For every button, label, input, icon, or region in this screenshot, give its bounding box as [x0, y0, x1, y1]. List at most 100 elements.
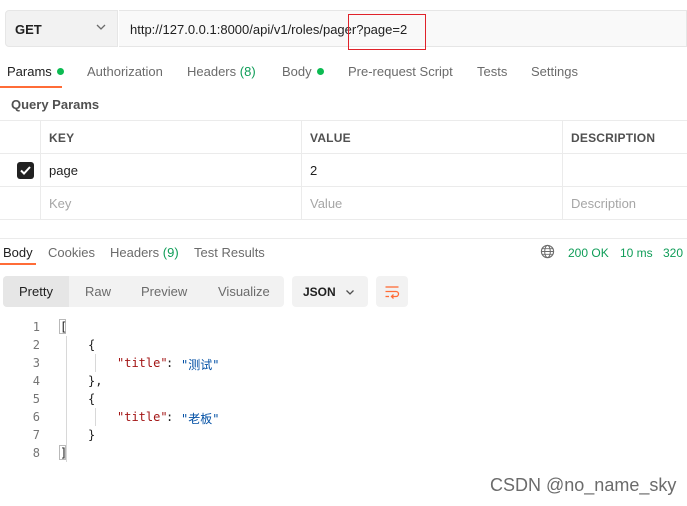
format-select[interactable]: JSON [292, 276, 368, 307]
chevron-down-icon [96, 24, 106, 30]
code-text: { [88, 392, 96, 406]
tab-tests[interactable]: Tests [477, 64, 507, 79]
code-text: }, [88, 374, 103, 388]
request-tabs: Params Authorization Headers (8) Body Pr… [0, 60, 687, 88]
code-line: 6 "title" : "老板" [0, 408, 400, 426]
view-visualize-button[interactable]: Visualize [203, 276, 284, 307]
code-line: 8 ] [0, 444, 400, 462]
param-value-cell[interactable]: 2 [301, 154, 562, 186]
watermark: CSDN @no_name_sky [490, 475, 677, 495]
response-tabs: Body Cookies Headers (9) Test Results 20… [0, 238, 687, 265]
param-enabled-checkbox[interactable] [17, 162, 34, 179]
tab-authorization[interactable]: Authorization [87, 64, 163, 79]
line-number: 3 [32, 356, 40, 370]
line-number: 2 [32, 338, 40, 352]
view-pretty-button[interactable]: Pretty [3, 276, 69, 307]
globe-icon[interactable] [540, 244, 555, 259]
code-line: 2 { [0, 336, 400, 354]
code-line: 5 { [0, 390, 400, 408]
view-preview-button[interactable]: Preview [127, 276, 203, 307]
wrap-text-icon [385, 286, 400, 299]
row-checkbox-cell [0, 154, 40, 186]
response-time[interactable]: 10 ms [620, 246, 653, 260]
active-tab-indicator [0, 86, 62, 88]
tab-label: Body [282, 64, 312, 79]
json-value: "老板" [181, 412, 220, 426]
param-key-cell[interactable]: page [40, 154, 301, 186]
tab-label: Settings [531, 64, 578, 79]
table-row-empty: Key Value Description [0, 187, 687, 220]
code-text: [ [60, 320, 68, 334]
json-key: "title" [117, 410, 168, 424]
tab-label: Tests [477, 64, 508, 79]
column-header: DESCRIPTION [571, 131, 656, 145]
header-cell-key: KEY [40, 121, 301, 153]
view-mode-toolbar: Pretty Raw Preview Visualize [3, 276, 284, 307]
tab-label: Authorization [87, 64, 163, 79]
annotation-highlight-box [348, 14, 426, 50]
tab-label: Body [3, 245, 33, 260]
line-number: 6 [32, 410, 40, 424]
line-number: 1 [32, 320, 40, 334]
header-cell-description: DESCRIPTION [562, 121, 687, 153]
tab-count: (9) [162, 245, 179, 260]
method-select[interactable]: GET [5, 10, 118, 47]
header-cell-value: VALUE [301, 121, 562, 153]
checkmark-icon [20, 166, 31, 175]
tab-label: Headers [187, 64, 237, 79]
row-checkbox-cell [0, 187, 40, 219]
line-number: 8 [32, 446, 40, 460]
code-text: } [88, 428, 96, 442]
tab-response-headers[interactable]: Headers (9) [110, 245, 179, 260]
query-params-title: Query Params [11, 97, 100, 112]
new-key-input[interactable]: Key [40, 187, 301, 219]
tab-settings[interactable]: Settings [531, 64, 578, 79]
method-label: GET [15, 22, 42, 37]
json-key: "title" [117, 356, 168, 370]
description-placeholder: Description [571, 196, 637, 211]
request-url-bar: GET http://127.0.0.1:8000/api/v1/roles/p… [0, 0, 687, 56]
line-number: 4 [32, 374, 40, 388]
key-placeholder: Key [49, 196, 72, 211]
line-number: 7 [32, 428, 40, 442]
column-header: KEY [49, 131, 75, 145]
button-label: Preview [141, 284, 188, 299]
column-header: VALUE [310, 131, 351, 145]
line-number: 5 [32, 392, 40, 406]
tab-label: Cookies [48, 245, 95, 260]
tab-label: Params [7, 64, 52, 79]
wrap-lines-button[interactable] [376, 276, 408, 307]
button-label: Raw [85, 284, 112, 299]
tab-count: (8) [239, 64, 256, 79]
chevron-down-icon [346, 290, 354, 295]
code-line: 1 [ [0, 318, 400, 336]
tab-label: Pre-request Script [348, 64, 453, 79]
active-tab-indicator [0, 263, 36, 265]
table-header-row: KEY VALUE DESCRIPTION [0, 120, 687, 154]
status-dot-icon [316, 68, 324, 75]
new-value-input[interactable]: Value [301, 187, 562, 219]
status-dot-icon [56, 68, 64, 75]
code-text: ] [60, 446, 68, 460]
tab-params[interactable]: Params [7, 64, 64, 79]
tab-body[interactable]: Body [282, 64, 324, 79]
json-colon: : [166, 410, 181, 424]
button-label: Visualize [218, 284, 270, 299]
tab-headers[interactable]: Headers (8) [187, 64, 256, 79]
tab-cookies[interactable]: Cookies [48, 245, 95, 260]
tab-response-body[interactable]: Body [3, 245, 33, 260]
view-raw-button[interactable]: Raw [69, 276, 127, 307]
response-size[interactable]: 320 [663, 246, 683, 260]
code-line: 7 } [0, 426, 400, 444]
tab-test-results[interactable]: Test Results [194, 245, 265, 260]
header-cell-check [0, 121, 40, 153]
param-description-cell[interactable] [562, 154, 687, 186]
code-text: { [88, 338, 96, 352]
code-line: 4 }, [0, 372, 400, 390]
status-code[interactable]: 200 OK [568, 246, 609, 260]
new-description-input[interactable]: Description [562, 187, 687, 219]
tab-pre-request-script[interactable]: Pre-request Script [348, 64, 453, 79]
param-key: page [49, 163, 78, 178]
json-colon: : [166, 356, 181, 370]
tab-label: Test Results [194, 245, 265, 260]
